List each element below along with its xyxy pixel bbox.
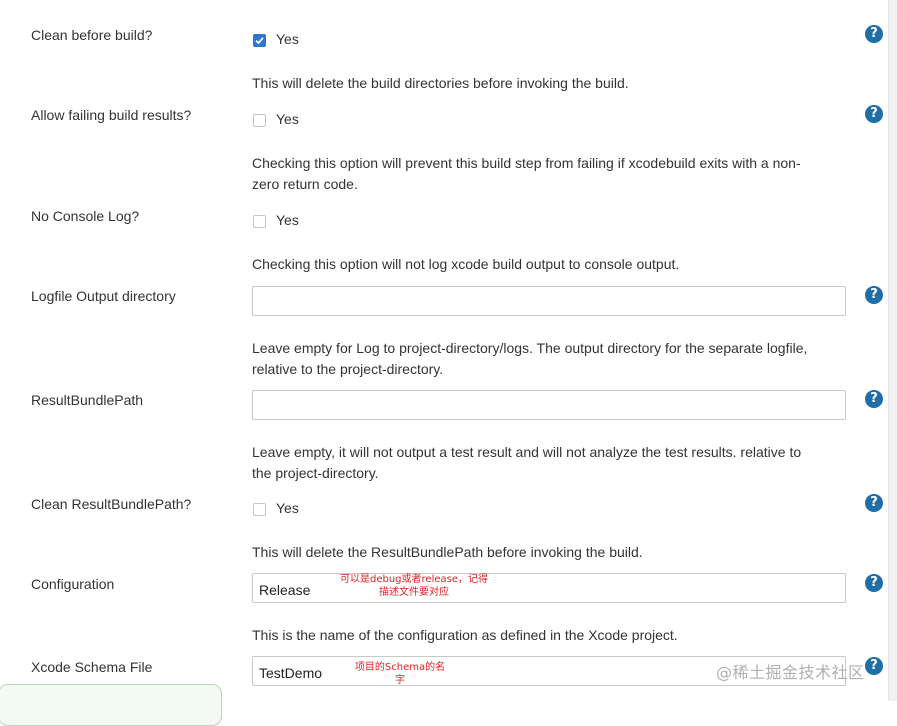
xcode-schema-annotation: 项目的Schema的名 字 — [350, 661, 450, 687]
help-icon[interactable]: ? — [865, 657, 883, 675]
no-console-log-label: No Console Log? — [31, 208, 140, 224]
bottom-left-panel-edge — [0, 684, 222, 726]
logfile-output-label: Logfile Output directory — [31, 288, 176, 304]
configuration-value: Release — [259, 582, 311, 598]
no-console-log-checkbox[interactable] — [253, 215, 266, 228]
no-console-log-yes: Yes — [276, 212, 299, 228]
result-bundle-path-label: ResultBundlePath — [31, 392, 144, 408]
configuration-annotation-line1: 可以是debug或者release，记得 — [340, 574, 488, 585]
xcode-schema-annotation-line1: 项目的Schema的名 — [354, 662, 446, 673]
help-icon[interactable]: ? — [865, 105, 883, 123]
clean-result-bundle-description: This will delete the ResultBundlePath be… — [252, 544, 643, 560]
help-icon[interactable]: ? — [865, 494, 883, 512]
result-bundle-path-description-line1: Leave empty, it will not output a test r… — [252, 444, 802, 460]
configuration-label: Configuration — [31, 576, 115, 592]
allow-failing-yes: Yes — [276, 111, 299, 127]
clean-result-bundle-label: Clean ResultBundlePath? — [31, 496, 192, 512]
allow-failing-checkbox[interactable] — [253, 114, 266, 127]
xcode-schema-value: TestDemo — [259, 665, 323, 681]
help-icon[interactable]: ? — [865, 574, 883, 592]
clean-before-build-description: This will delete the build directories b… — [252, 75, 629, 91]
no-console-log-description: Checking this option will not log xcode … — [252, 256, 680, 272]
logfile-output-description-line2: relative to the project-directory. — [252, 361, 444, 377]
configuration-annotation-line2: 描述文件要对应 — [379, 587, 449, 598]
watermark: @稀土掘金技术社区 — [716, 663, 865, 682]
xcode-schema-label: Xcode Schema File — [31, 659, 153, 675]
clean-result-bundle-yes: Yes — [276, 500, 299, 516]
configuration-description: This is the name of the configuration as… — [252, 627, 678, 643]
allow-failing-description-line2: zero return code. — [252, 176, 358, 192]
help-icon[interactable]: ? — [865, 390, 883, 408]
logfile-output-input[interactable] — [252, 286, 846, 316]
clean-before-build-checkbox[interactable] — [253, 34, 266, 47]
allow-failing-description-line1: Checking this option will prevent this b… — [252, 155, 801, 171]
scrollbar[interactable] — [888, 0, 897, 701]
help-icon[interactable]: ? — [865, 286, 883, 304]
clean-before-build-yes: Yes — [276, 31, 299, 47]
allow-failing-label: Allow failing build results? — [31, 107, 192, 123]
logfile-output-description-line1: Leave empty for Log to project-directory… — [252, 340, 808, 356]
configuration-annotation: 可以是debug或者release，记得 描述文件要对应 — [334, 573, 494, 599]
result-bundle-path-input[interactable] — [252, 390, 846, 420]
result-bundle-path-description-line2: the project-directory. — [252, 465, 379, 481]
clean-before-build-label: Clean before build? — [31, 27, 153, 43]
help-icon[interactable]: ? — [865, 25, 883, 43]
xcode-schema-annotation-line2: 字 — [395, 675, 405, 686]
clean-result-bundle-checkbox[interactable] — [253, 503, 266, 516]
checkmark-icon — [255, 37, 264, 45]
